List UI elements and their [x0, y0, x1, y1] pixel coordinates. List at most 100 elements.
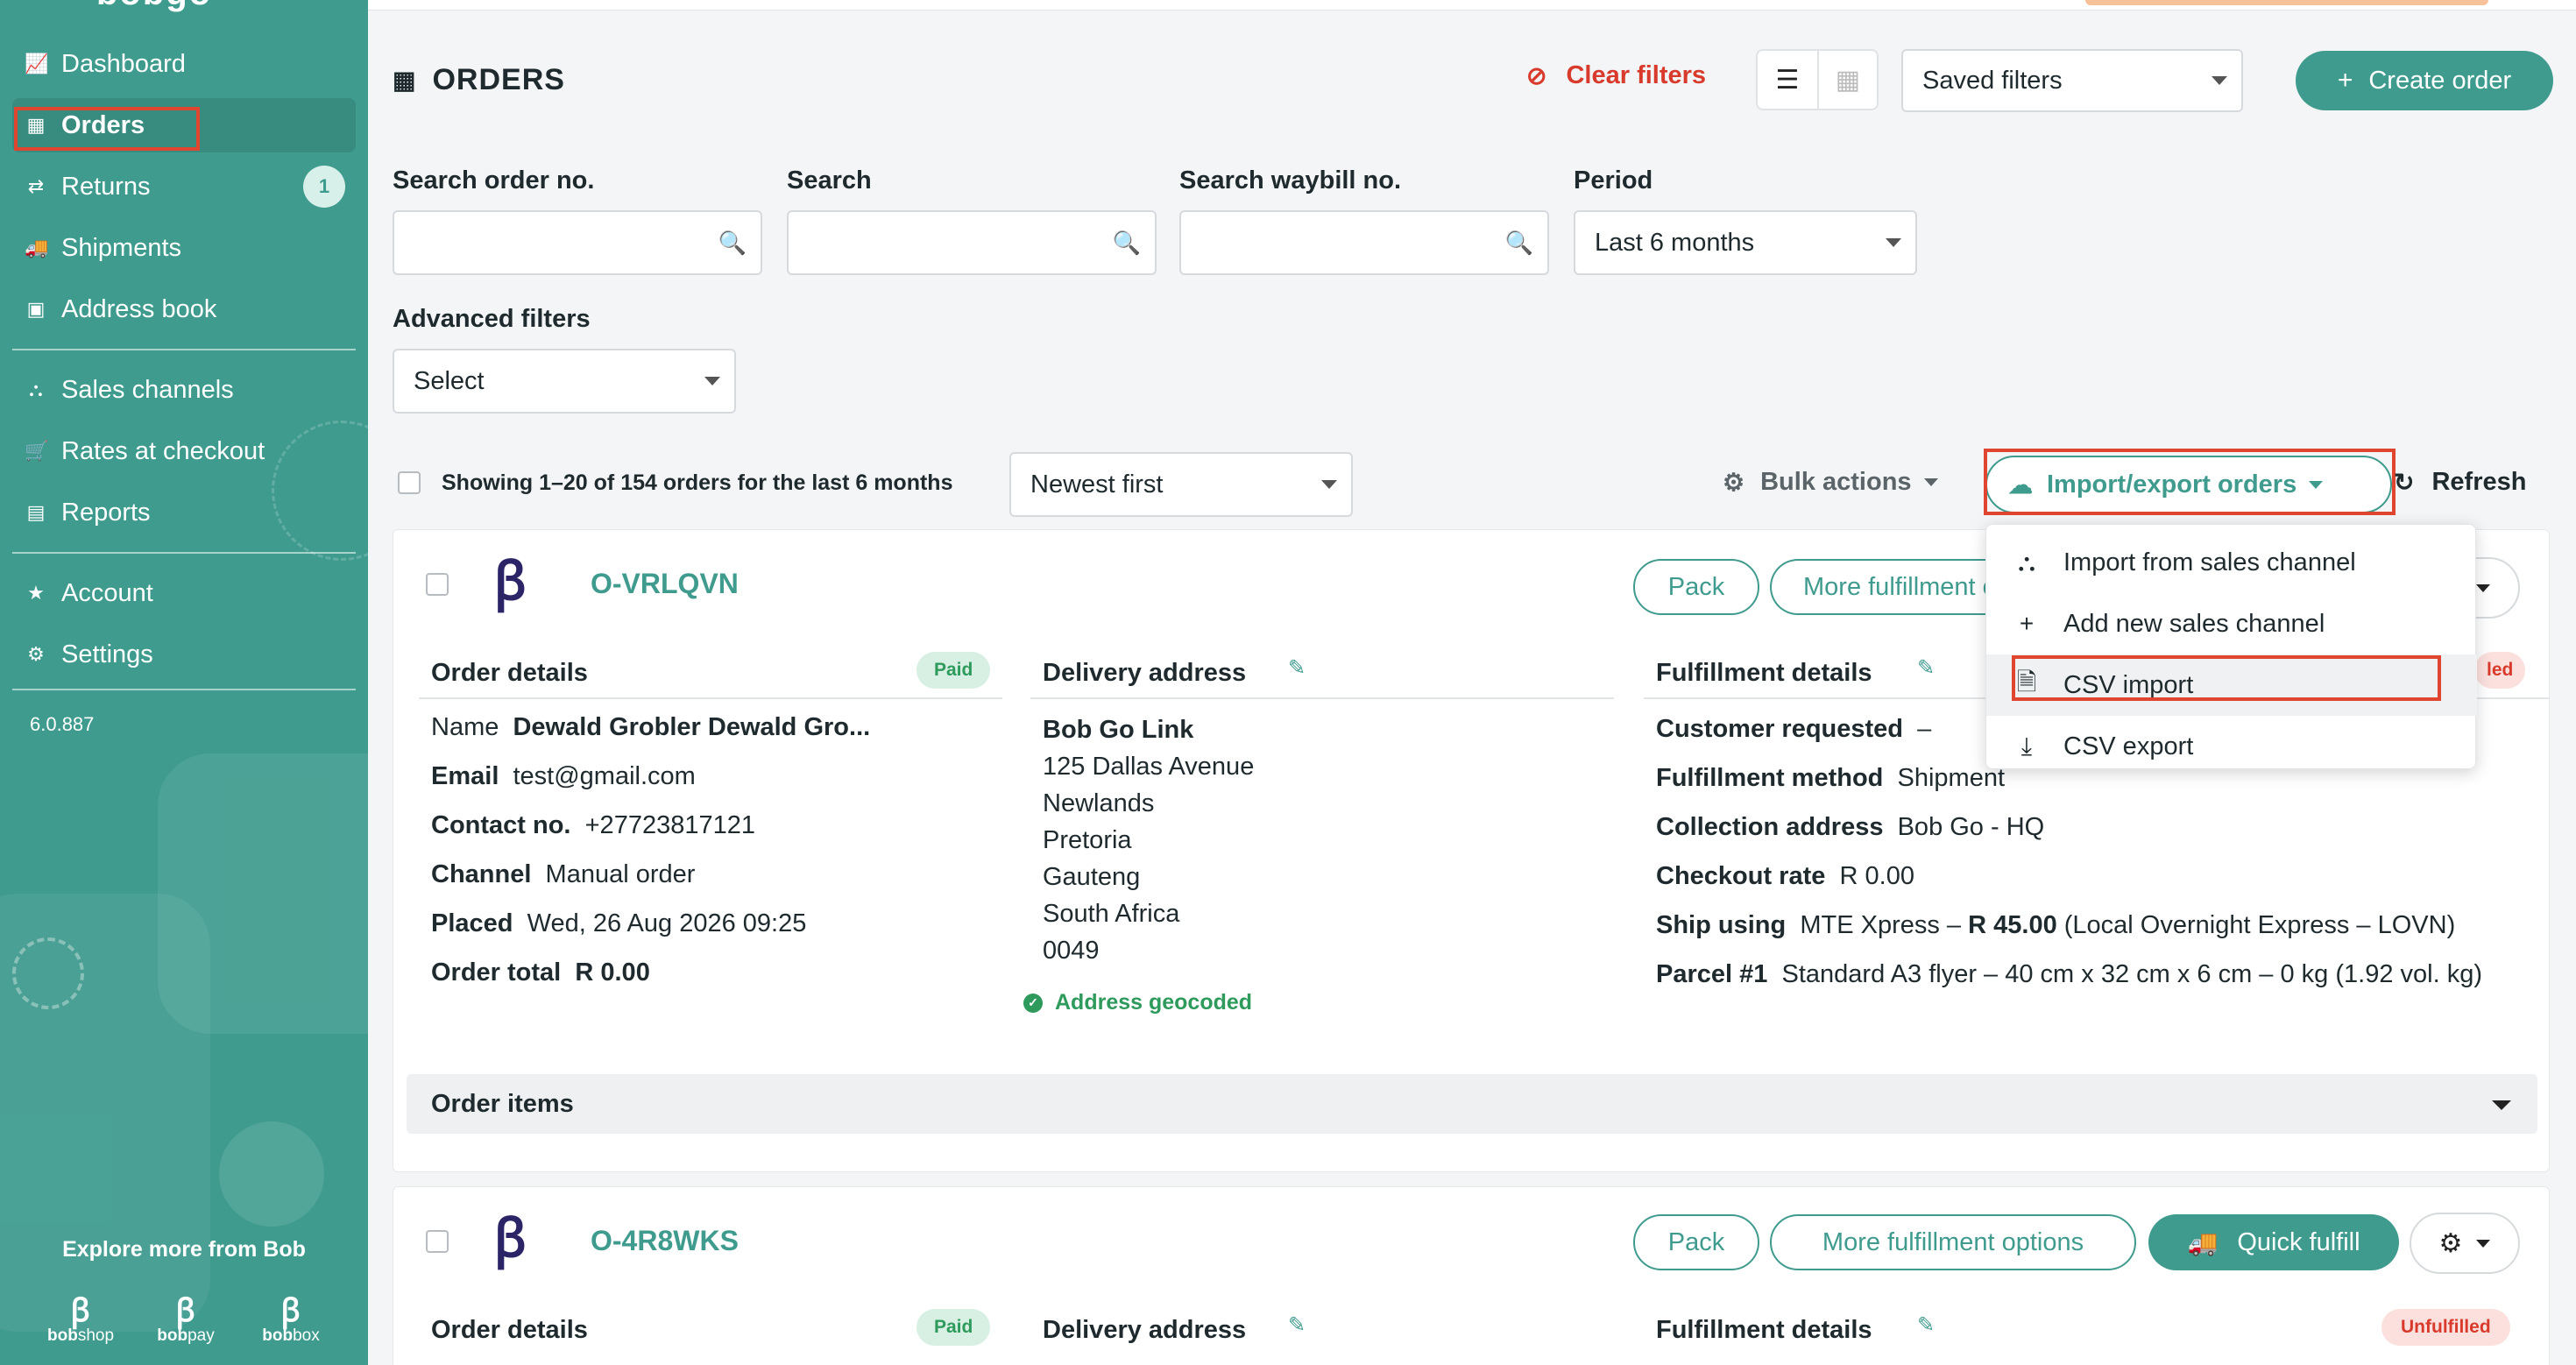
- sidebar-item-shipments[interactable]: 🚚 Shipments: [12, 221, 356, 275]
- bulk-actions-button[interactable]: ⚙ Bulk actions: [1723, 468, 1938, 497]
- import-from-sales-channel-item[interactable]: ⛬ Import from sales channel: [1986, 532, 2477, 593]
- arrows-exchange-icon: ⇄: [27, 175, 45, 197]
- pack-button[interactable]: Pack: [1633, 1214, 1759, 1270]
- sidebar-item-label: Reports: [61, 498, 151, 527]
- top-bar: [368, 0, 2576, 11]
- saved-filters-select[interactable]: Saved filters: [1901, 49, 2243, 112]
- quick-fulfill-button[interactable]: 🚚 Quick fulfill: [2148, 1214, 2399, 1270]
- order-details-title: Order details: [431, 1316, 588, 1344]
- order-number-link[interactable]: O-VRLQVN: [591, 568, 739, 600]
- explore-heading: Explore more from Bob: [62, 1237, 306, 1262]
- bobbox-link[interactable]: ꞵ bobbox: [247, 1295, 335, 1346]
- import-export-dropdown-menu: ⛬ Import from sales channel + Add new sa…: [1985, 524, 2477, 769]
- plus-icon: +: [2337, 66, 2353, 95]
- caret-down-icon: [2476, 1239, 2491, 1248]
- order-number-link[interactable]: O-4R8WKS: [591, 1225, 739, 1257]
- waybill-label: Search waybill no.: [1179, 166, 1402, 194]
- sidebar-divider: [12, 689, 356, 690]
- grid-view-button[interactable]: ▦: [1816, 51, 1877, 109]
- payment-status-badge: Paid: [916, 1309, 991, 1346]
- plus-icon: +: [2019, 610, 2035, 637]
- order-total-row: Order total R 0.00: [431, 958, 650, 987]
- divider: [419, 697, 1002, 699]
- add-new-sales-channel-item[interactable]: + Add new sales channel: [1986, 593, 2477, 654]
- checkout-rate-row: Checkout rate R 0.00: [1656, 862, 1914, 890]
- sidebar-item-label: Shipments: [61, 233, 182, 262]
- gear-icon: ⚙: [27, 643, 45, 665]
- sidebar-item-dashboard[interactable]: 📈 Dashboard: [12, 37, 356, 91]
- customer-name-row: Name Dewald Grobler Dewald Gro...: [431, 713, 871, 741]
- order-select-checkbox[interactable]: [426, 1230, 449, 1253]
- edit-pencil-icon[interactable]: ✎: [1288, 655, 1306, 681]
- customer-requested-row: Customer requested –: [1656, 715, 1932, 743]
- sidebar-divider: [12, 552, 356, 554]
- truck-icon: 🚚: [25, 237, 49, 258]
- app-version: 6.0.887: [30, 713, 95, 735]
- sidebar-item-label: Returns: [61, 172, 151, 201]
- edit-pencil-icon[interactable]: ✎: [1288, 1312, 1306, 1338]
- order-items-toggle[interactable]: Order items: [407, 1074, 2537, 1134]
- sidebar-item-label: Settings: [61, 640, 153, 668]
- sidebar-item-settings[interactable]: ⚙ Settings: [12, 627, 356, 682]
- bob-logo-icon: ꞵ: [494, 552, 527, 611]
- search-icon: 🔍: [1112, 230, 1141, 256]
- list-view-button[interactable]: ☰: [1758, 51, 1817, 109]
- placed-row: Placed Wed, 26 Aug 2026 09:25: [431, 909, 807, 937]
- order-select-checkbox[interactable]: [426, 573, 449, 596]
- highlight-box: [2012, 655, 2441, 701]
- bobshop-logo-icon: ꞵ: [70, 1292, 91, 1328]
- order-actions-button[interactable]: ⚙: [2410, 1213, 2520, 1274]
- check-circle-icon: ✓: [1023, 993, 1043, 1013]
- select-all-checkbox[interactable]: [398, 471, 421, 494]
- pack-button[interactable]: Pack: [1633, 559, 1759, 615]
- csv-export-item[interactable]: ⤓ CSV export: [1986, 716, 2477, 777]
- address-geocoded-status: ✓ Address geocoded: [1023, 990, 1252, 1015]
- advanced-filters-label: Advanced filters: [393, 305, 591, 333]
- more-fulfillment-options-button[interactable]: More fulfillment options: [1770, 559, 1985, 615]
- sidebar-item-returns[interactable]: ⇄ Returns 1: [12, 159, 356, 214]
- more-fulfillment-options-button[interactable]: More fulfillment options: [1770, 1214, 2136, 1270]
- advanced-filters-select[interactable]: Select: [393, 349, 736, 414]
- cart-icon: 🛒: [25, 440, 49, 462]
- sort-select[interactable]: Newest first: [1009, 452, 1353, 517]
- refresh-button[interactable]: ↻ Refresh: [2394, 468, 2526, 497]
- caret-down-icon: [1923, 478, 1938, 486]
- clear-filters-button[interactable]: ⊘ Clear filters: [1526, 61, 1706, 90]
- channel-row: Channel Manual order: [431, 860, 696, 888]
- sitemap-icon: ⛬: [29, 378, 43, 400]
- address-book-icon: ▣: [26, 298, 46, 320]
- sidebar-item-label: Account: [61, 578, 153, 607]
- star-icon: ★: [27, 582, 45, 604]
- bobpay-link[interactable]: ꞵ bobpay: [142, 1295, 230, 1346]
- sidebar-item-reports[interactable]: ▤ Reports: [12, 485, 356, 540]
- search-input[interactable]: 🔍: [787, 210, 1157, 275]
- order-details-title: Order details: [431, 659, 588, 687]
- view-toggle: ☰ ▦: [1756, 49, 1879, 110]
- edit-pencil-icon[interactable]: ✎: [1917, 1312, 1935, 1338]
- collection-address-row: Collection address Bob Go - HQ: [1656, 813, 2045, 841]
- caret-down-icon: [2476, 583, 2491, 592]
- page-title: ▦ ORDERS: [393, 63, 565, 96]
- download-icon: ⤓: [2020, 732, 2033, 760]
- fulfillment-details-title: Fulfillment details: [1656, 659, 1872, 687]
- sidebar-item-sales-channels[interactable]: ⛬ Sales channels: [12, 363, 356, 417]
- list-icon: ☰: [1775, 65, 1800, 95]
- bobshop-link[interactable]: ꞵ bobshop: [37, 1295, 124, 1346]
- ban-icon: ⊘: [1526, 62, 1547, 89]
- period-select[interactable]: Last 6 months: [1574, 210, 1917, 275]
- sidebar-item-address-book[interactable]: ▣ Address book: [12, 282, 356, 336]
- sidebar-item-rates-at-checkout[interactable]: 🛒 Rates at checkout: [12, 424, 356, 478]
- waybill-search-input[interactable]: 🔍: [1179, 210, 1549, 275]
- sidebar-item-label: Sales channels: [61, 375, 234, 404]
- delivery-address-title: Delivery address: [1043, 659, 1247, 687]
- edit-pencil-icon[interactable]: ✎: [1917, 655, 1935, 681]
- calendar-icon: ▦: [393, 67, 417, 94]
- sidebar-item-label: Rates at checkout: [61, 436, 265, 465]
- divider: [1030, 697, 1614, 699]
- bobgo-logo[interactable]: bobgo: [96, 0, 272, 12]
- email-row: Email test@gmail.com: [431, 762, 696, 790]
- highlight-box: [14, 107, 200, 151]
- order-no-search-input[interactable]: 🔍: [393, 210, 762, 275]
- sidebar-item-account[interactable]: ★ Account: [12, 566, 356, 620]
- create-order-button[interactable]: + Create order: [2296, 51, 2553, 110]
